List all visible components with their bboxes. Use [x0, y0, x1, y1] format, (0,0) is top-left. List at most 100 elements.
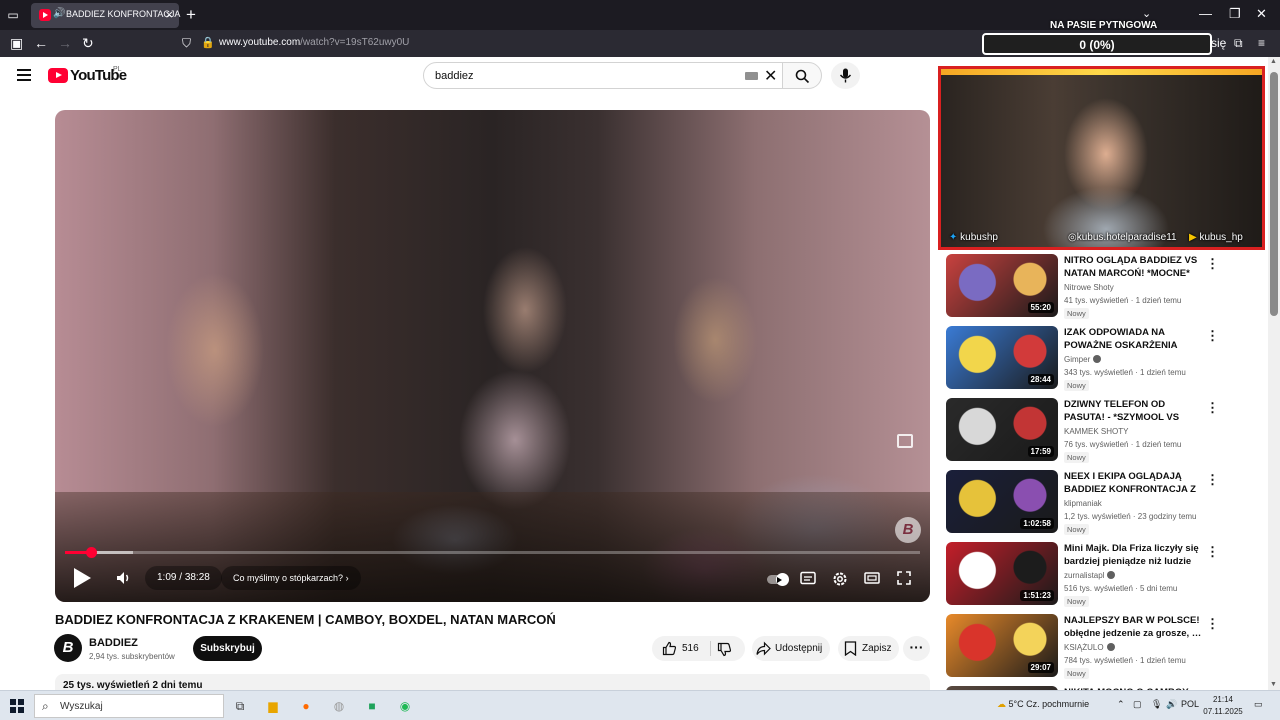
fullscreen-icon[interactable]	[896, 571, 912, 585]
minimize-icon[interactable]: —	[1199, 6, 1212, 21]
extensions-icon[interactable]: ⧉	[1234, 36, 1243, 51]
search-input-value[interactable]: baddiez	[435, 70, 474, 82]
recommendation-channel[interactable]: zurnalistapl	[1064, 571, 1116, 580]
channel-name[interactable]: BADDIEZ	[89, 637, 138, 649]
keyboard-icon[interactable]	[745, 72, 758, 80]
volume-icon[interactable]	[116, 571, 132, 590]
reload-icon[interactable]: ↻	[82, 35, 94, 52]
more-vert-icon[interactable]: ⋮	[1206, 328, 1219, 344]
recommendation-channel[interactable]: klipmaniak	[1064, 499, 1102, 508]
taskbar-search-input[interactable]: ⌕ Wyszukaj	[34, 694, 224, 718]
recommendation-channel[interactable]: KAMMEK SHOTY	[1064, 427, 1128, 436]
recommendation-item[interactable]: 29:07 NAJLEPSZY BAR W POLSCE! obłędne jed…	[946, 614, 1266, 680]
windows-start-icon[interactable]	[10, 699, 24, 713]
miniplayer-icon[interactable]	[897, 434, 913, 448]
video-player[interactable]: B 1:09 / 38:28 Co myślimy o stópkarzach?…	[55, 110, 930, 602]
share-button[interactable]: Udostępnij	[752, 636, 830, 661]
recommendation-title[interactable]: NAJLEPSZY BAR W POLSCE! obłędne jedzenie…	[1064, 614, 1202, 640]
theater-mode-icon[interactable]	[864, 571, 880, 585]
file-explorer-icon[interactable]: ▆	[263, 696, 283, 716]
close-window-icon[interactable]: ✕	[1256, 6, 1267, 22]
browser-tab-active[interactable]: 🔊 BADDIEZ KONFRONTACJA ×	[31, 3, 180, 28]
settings-gear-icon[interactable]	[832, 571, 848, 586]
app-terminal-icon[interactable]: ■	[362, 696, 382, 716]
maximize-icon[interactable]: ❐	[1229, 6, 1241, 22]
recommendation-title[interactable]: DZIWNY TELEFON OD PASUTA! - *SZYMOOL VS …	[1064, 398, 1202, 424]
forward-icon[interactable]: →	[58, 35, 72, 51]
recommendation-thumbnail[interactable]: 1:51:23	[946, 542, 1058, 605]
new-badge: Nowy	[1064, 308, 1089, 319]
recommendation-item[interactable]: 55:20 NITRO OGLĄDA BADDIEZ VS NATAN MARCO…	[946, 254, 1266, 320]
back-icon[interactable]: ←	[34, 35, 48, 51]
speaker-tray-icon[interactable]: 🔊	[1166, 699, 1177, 710]
progress-bar[interactable]	[65, 547, 920, 558]
lock-icon[interactable]: 🔒	[201, 36, 215, 49]
microphone-tray-icon[interactable]: 🎙	[1151, 699, 1162, 710]
voice-search-button[interactable]	[831, 62, 860, 89]
chevron-down-icon[interactable]: ⌄	[1142, 7, 1151, 20]
recommendation-item[interactable]: 28:44 IZAK ODPOWIADA NA POWAŻNE OSKARŻENI…	[946, 326, 1266, 392]
task-view-icon[interactable]: ⧉	[230, 696, 250, 716]
shield-icon[interactable]: ⛉	[182, 36, 191, 51]
progress-scrubber[interactable]	[85, 547, 97, 558]
more-vert-icon[interactable]: ⋮	[1206, 616, 1219, 632]
url-bar[interactable]: ⛉ 🔒 www.youtube.com/watch?v=19sT62uwy0U	[176, 32, 976, 55]
more-vert-icon[interactable]: ⋮	[1206, 472, 1219, 488]
recommendation-channel[interactable]: Nitrowe Shoty	[1064, 283, 1114, 292]
recommendation-item[interactable]: 17:59 DZIWNY TELEFON OD PASUTA! - *SZYMOO…	[946, 398, 1266, 464]
recommendation-title[interactable]: IZAK ODPOWIADA NA POWAŻNE OSKARŻENIA	[1064, 326, 1202, 352]
channel-avatar[interactable]: B	[54, 634, 82, 662]
tray-chevron-icon[interactable]: ⌃	[1117, 699, 1125, 710]
recommendation-thumbnail[interactable]: 55:20	[946, 254, 1058, 317]
subscribe-button[interactable]: Subskrybuj	[193, 636, 262, 661]
recommendation-channel[interactable]: Gimper	[1064, 355, 1102, 364]
search-button[interactable]	[782, 62, 822, 89]
recommendation-title[interactable]: Mini Majk. Dla Friza liczyły się bardzie…	[1064, 542, 1202, 568]
recommendation-title[interactable]: NITRO OGLĄDA BADDIEZ VS NATAN MARCOŃ! *M…	[1064, 254, 1202, 280]
tray-app-icon[interactable]: ▢	[1133, 699, 1142, 710]
input-language[interactable]: POL	[1181, 699, 1199, 709]
recommendation-thumbnail[interactable]: 17:59	[946, 398, 1058, 461]
scrollbar-thumb[interactable]	[1270, 72, 1278, 316]
weather-widget[interactable]: ☁ 5°C Cz. pochmurnie	[997, 699, 1089, 710]
more-actions-button[interactable]: ···	[903, 636, 930, 661]
more-vert-icon[interactable]: ⋮	[1206, 256, 1219, 272]
thumbs-down-icon[interactable]	[717, 642, 732, 657]
tab-list-icon[interactable]: ▭	[4, 6, 22, 24]
close-tab-icon[interactable]: ×	[165, 7, 173, 22]
recommendation-item[interactable]: 1:02:58 NEEX I EKIPA OGLĄDAJĄ BADDIEZ KON…	[946, 470, 1266, 536]
speaker-icon[interactable]: 🔊	[53, 8, 65, 19]
play-button[interactable]	[74, 568, 91, 588]
system-clock[interactable]: 21:14 07.11.2025	[1203, 694, 1243, 718]
spotify-icon[interactable]: ◉	[395, 696, 415, 716]
like-count[interactable]: 516	[682, 643, 699, 654]
firefox-icon[interactable]: ●	[296, 696, 316, 716]
recommendation-title[interactable]: NEEX I EKIPA OGLĄDAJĄ BADDIEZ KONFRONTAC…	[1064, 470, 1202, 496]
recommendation-channel-name: zurnalistapl	[1064, 571, 1105, 580]
page-scrollbar[interactable]: ▲ ▼	[1268, 57, 1280, 690]
recommendation-thumbnail[interactable]: 1:02:58	[946, 470, 1058, 533]
more-vert-icon[interactable]: ⋮	[1206, 544, 1219, 560]
new-tab-icon[interactable]: +	[186, 5, 196, 25]
channel-watermark[interactable]: B	[895, 517, 921, 543]
scroll-down-icon[interactable]: ▼	[1270, 681, 1277, 688]
chapter-button[interactable]: Co myślimy o stópkarzach? ›	[221, 566, 361, 590]
thumbs-up-icon[interactable]	[662, 641, 677, 656]
menu-icon[interactable]: ≡	[1258, 36, 1265, 50]
hamburger-menu-icon[interactable]	[17, 69, 31, 81]
recommendation-thumbnail[interactable]: 28:44	[946, 326, 1058, 389]
sidebar-icon[interactable]: ▣	[10, 35, 23, 52]
recommendation-item[interactable]: 1:51:23 Mini Majk. Dla Friza liczyły się …	[946, 542, 1266, 608]
notifications-icon[interactable]: ▭	[1254, 699, 1263, 710]
clear-search-icon[interactable]: ✕	[764, 66, 777, 86]
app-icon[interactable]: ◍	[329, 696, 349, 716]
recommendation-thumbnail[interactable]: 29:07	[946, 614, 1058, 677]
subtitles-icon[interactable]	[800, 571, 816, 585]
save-button[interactable]: Zapisz	[838, 636, 899, 661]
scroll-up-icon[interactable]: ▲	[1270, 58, 1277, 65]
more-vert-icon[interactable]: ⋮	[1206, 400, 1219, 416]
url-text[interactable]: www.youtube.com/watch?v=19sT62uwy0U	[219, 37, 409, 48]
recommendation-channel[interactable]: KSIĄŻULO	[1064, 643, 1115, 652]
search-input[interactable]: baddiez ✕	[423, 62, 783, 89]
url-path: /watch?v=19sT62uwy0U	[300, 37, 410, 48]
